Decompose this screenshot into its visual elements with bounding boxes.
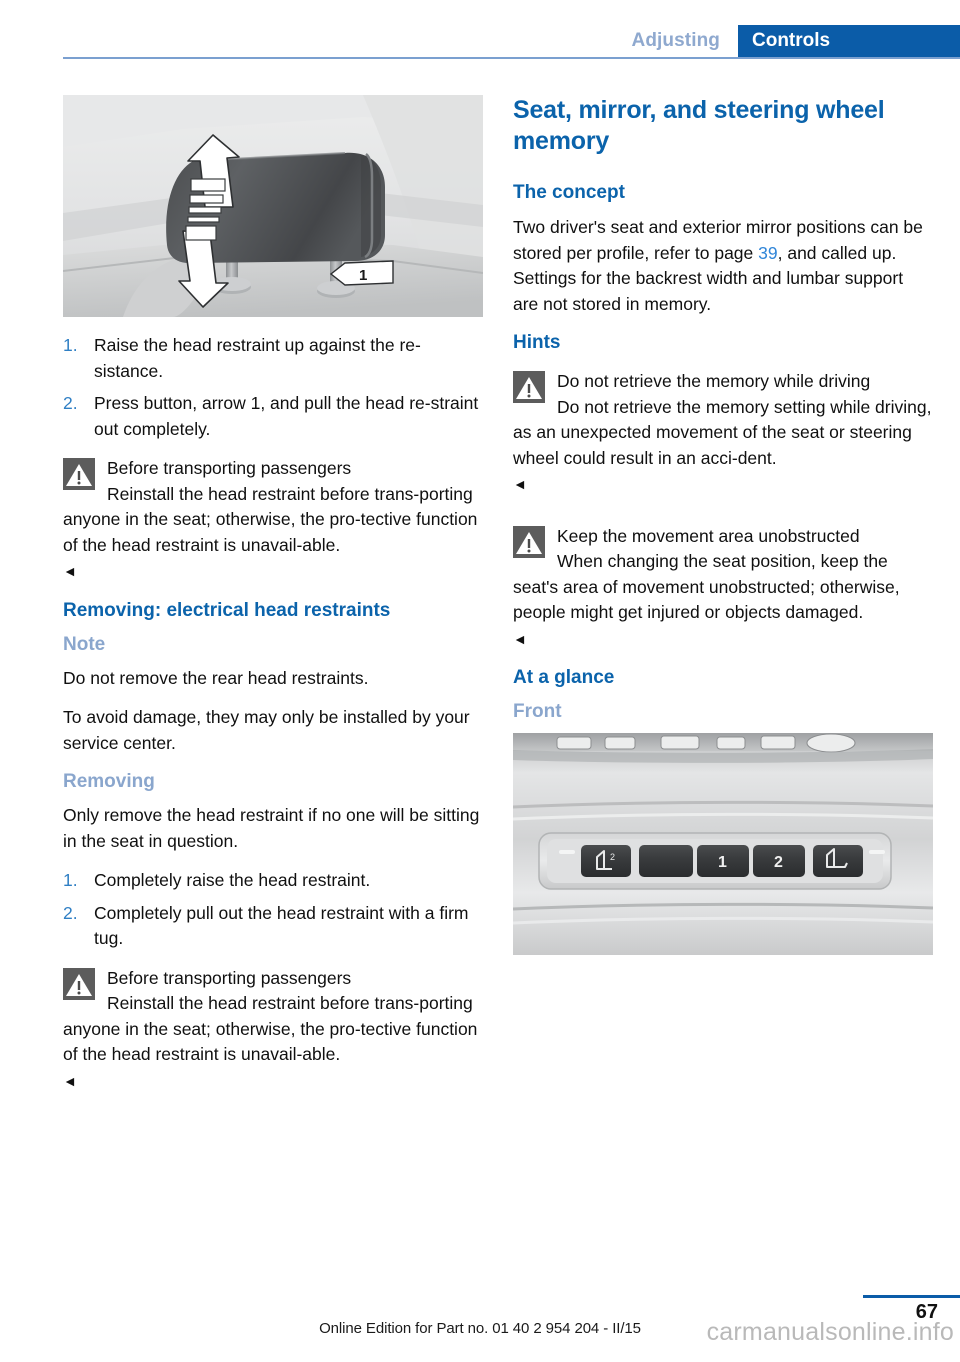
- warning-triangle-icon: [513, 525, 545, 558]
- heading-removing: Removing: [63, 771, 155, 792]
- head-restraint-figure: 1: [63, 95, 483, 317]
- step-text: Completely raise the head restraint.: [94, 870, 371, 890]
- header-rule: [63, 57, 960, 59]
- page-number-rule: [863, 1295, 960, 1298]
- set-button: [639, 845, 693, 877]
- warning-triangle-icon: [513, 371, 545, 403]
- warning-endmark: ◄: [63, 1072, 77, 1089]
- page-title: Seat, mirror, and steering wheel memory: [513, 96, 885, 155]
- svg-text:1: 1: [718, 854, 727, 871]
- list-item: 1. Completely raise the head restraint.: [63, 868, 483, 894]
- step-number: 1.: [63, 870, 78, 890]
- memory-button-panel-illustration: 2 1 2: [513, 733, 933, 955]
- figure-callout-1: 1: [359, 267, 367, 284]
- warning-title: Before transporting passengers: [107, 967, 352, 988]
- warning-endmark: ◄: [63, 563, 77, 579]
- right-column: Seat, mirror, and steering wheel memory …: [513, 95, 933, 955]
- list-item: 2. Press button, arrow 1, and pull the h…: [63, 391, 483, 442]
- step-number: 2.: [63, 393, 78, 413]
- list-item: 2. Completely pull out the head restrain…: [63, 901, 483, 952]
- heading-front: Front: [513, 701, 562, 722]
- step-text: Press button, arrow 1, and pull the head…: [94, 393, 479, 439]
- steps-list-removing: 1. Completely raise the head restraint. …: [63, 868, 483, 952]
- header-chapter-label: Controls: [752, 30, 831, 51]
- warning-title: Do not retrieve the memory while driving: [557, 371, 871, 391]
- heading-the-concept: The concept: [513, 182, 625, 203]
- warning-triangle-icon: [63, 458, 95, 490]
- left-column: 1 1. Raise the head restraint up against…: [63, 95, 483, 1108]
- head-restraint-illustration: 1: [63, 95, 483, 317]
- page-header: Adjusting Controls: [0, 0, 960, 62]
- warning-text: Reinstall the head restraint before tran…: [63, 993, 478, 1064]
- warning-endmark: ◄: [513, 476, 527, 492]
- warning-block-transport-2: Before transporting passengers Reinstall…: [63, 966, 483, 1095]
- warning-text: When changing the seat position, keep th…: [513, 551, 900, 622]
- warning-title: Before transporting passengers: [107, 458, 352, 478]
- step-number: 2.: [63, 902, 78, 923]
- warning-triangle-icon: [63, 967, 95, 1000]
- step-text: Completely pull out the head restraint w…: [94, 902, 469, 949]
- warning-block-driving: Do not retrieve the memory while driving…: [513, 369, 933, 498]
- header-section-label: Adjusting: [631, 30, 720, 51]
- warning-text: Reinstall the head restraint before tran…: [63, 483, 478, 555]
- heading-at-a-glance: At a glance: [513, 667, 615, 688]
- removing-intro-paragraph: Only remove the head restraint if no one…: [63, 805, 480, 851]
- steps-list-adjusting: 1. Raise the head restraint up against t…: [63, 333, 483, 442]
- memory-buttons-figure: 2 1 2: [513, 733, 933, 955]
- heading-note: Note: [63, 633, 106, 655]
- svg-text:2: 2: [610, 852, 615, 862]
- list-item: 1. Raise the head restraint up against t…: [63, 333, 483, 384]
- heading-removing-electrical: Removing: electrical head restraints: [63, 599, 391, 621]
- heading-hints: Hints: [513, 332, 561, 353]
- warning-endmark: ◄: [513, 630, 527, 647]
- edition-notice: Online Edition for Part no. 01 40 2 954 …: [319, 1320, 641, 1337]
- warning-text: Do not retrieve the memory setting while…: [513, 396, 932, 468]
- step-number: 1.: [63, 335, 78, 355]
- svg-text:2: 2: [774, 854, 783, 871]
- step-text: Raise the head restraint up against the …: [94, 335, 421, 381]
- warning-title: Keep the movement area unobstructed: [557, 525, 860, 546]
- warning-block-transport-1: Before transporting passengers Reinstall…: [63, 456, 483, 585]
- note-paragraph-2: To avoid damage, they may only be instal…: [63, 707, 470, 753]
- concept-paragraph: Two driver's seat and exterior mirror po…: [513, 215, 933, 317]
- note-paragraph-1: Do not remove the rear head restraints.: [63, 667, 369, 688]
- warning-block-movement-area: Keep the movement area unobstructed When…: [513, 524, 933, 653]
- page-reference-link[interactable]: 39: [758, 243, 777, 263]
- page-footer: 67 carmanualsonline.info Online Edition …: [0, 1292, 960, 1362]
